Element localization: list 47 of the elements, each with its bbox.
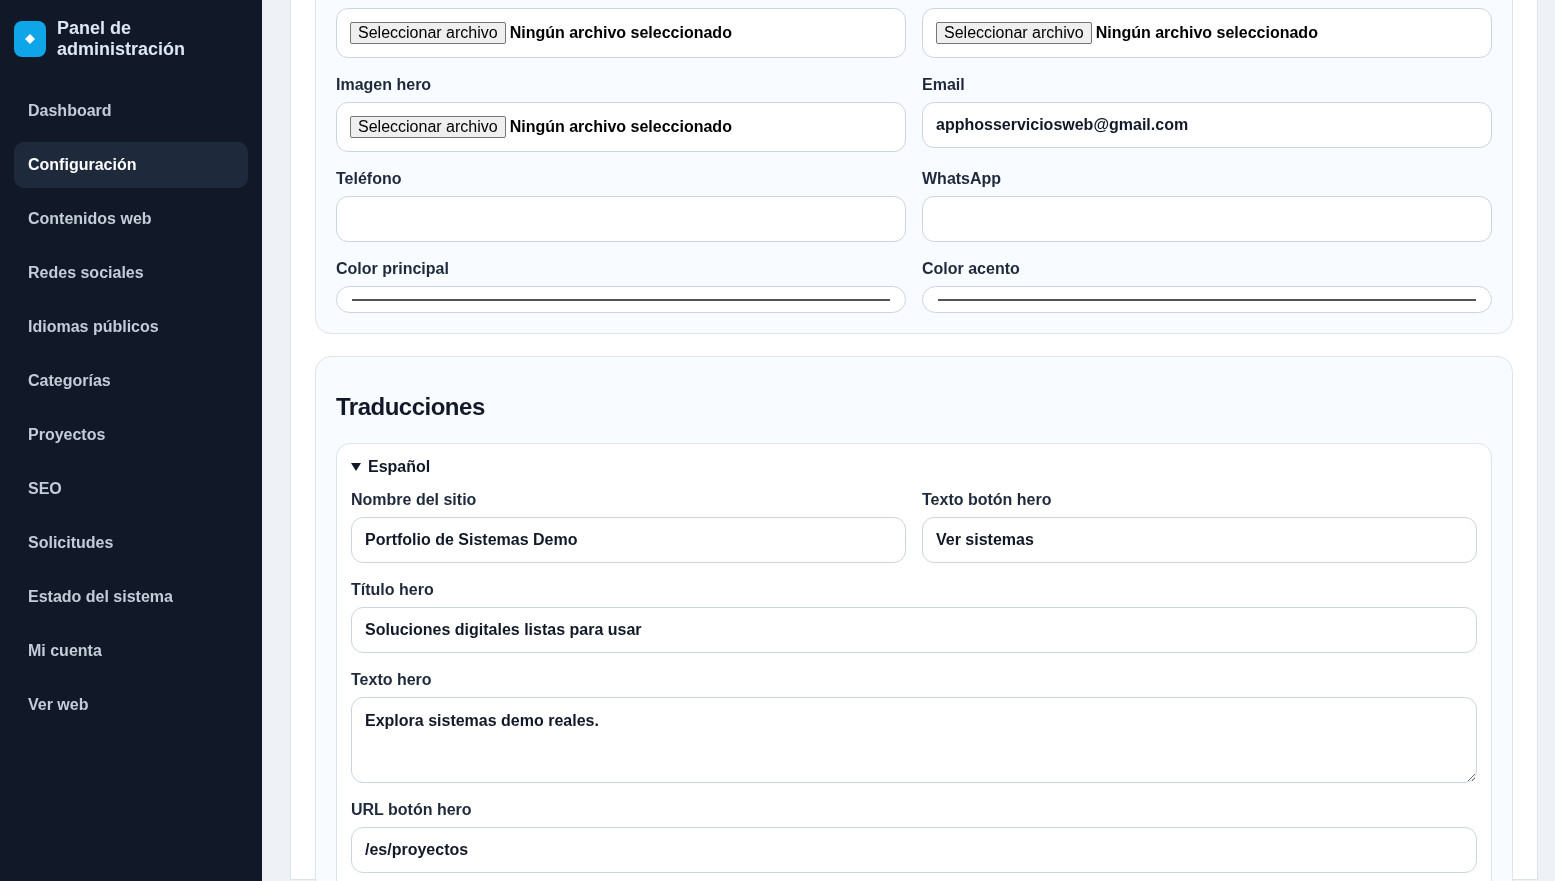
field-label: Imagen hero [336,75,433,94]
text-field[interactable]: /es/proyectos [351,827,1477,873]
text-field[interactable] [922,196,1492,242]
nav-item[interactable]: Proyectos [14,412,248,458]
nav-item[interactable]: SEO [14,466,248,512]
choose-file-button[interactable]: Seleccionar archivo [350,22,506,44]
nav-item[interactable]: Configuración [14,142,248,188]
file-field[interactable]: Seleccionar archivo Ningún archivo seleccionado [922,8,1492,58]
field-label: Color acento [922,259,1021,278]
text-field[interactable] [336,196,906,242]
text-field[interactable]: Portfolio de Sistemas Demo [351,517,906,563]
logo-icon [14,21,46,57]
text-field[interactable]: apphosserviciosweb@gmail.com [922,102,1492,148]
field-label: Email [922,75,966,94]
text-field[interactable]: Soluciones digitales listas para usar [351,607,1477,653]
nav-item[interactable]: Redes sociales [14,250,248,296]
field-label: URL botón hero [351,800,473,819]
file-status: Ningún archivo seleccionado [509,118,732,136]
language-toggle[interactable]: Español [368,458,431,476]
choose-file-button[interactable]: Seleccionar archivo [350,116,506,138]
file-status: Ningún archivo seleccionado [1095,24,1318,42]
file-field[interactable]: Seleccionar archivo Ningún archivo seleccionado [336,102,906,152]
nav-item[interactable]: Contenidos web [14,196,248,242]
field-label: Color principal [336,259,450,278]
text-field[interactable]: Ver sistemas [922,517,1477,563]
file-status: Ningún archivo seleccionado [509,24,732,42]
color-field[interactable] [336,286,906,313]
disclosure-triangle-icon[interactable] [351,462,361,472]
section-title: Traducciones [336,393,486,421]
nav-item[interactable]: Categorías [14,358,248,404]
nav-item[interactable]: Idiomas públicos [14,304,248,350]
text-area[interactable]: Explora sistemas demo reales. [351,697,1477,783]
field-label: Título hero [351,580,435,599]
color-field[interactable] [922,286,1492,313]
nav-item[interactable]: Solicitudes [14,520,248,566]
field-label: Texto hero [351,670,433,689]
field-label: Teléfono [336,169,403,188]
file-field[interactable]: Seleccionar archivo Ningún archivo seleccionado [336,8,906,58]
nav-item[interactable]: Ver web [14,682,248,728]
nav-item[interactable]: Mi cuenta [14,628,248,674]
field-label: WhatsApp [922,169,1003,188]
field-label: Nombre del sitio [351,490,478,509]
nav-item[interactable]: Dashboard [14,88,248,134]
nav-item[interactable]: Estado del sistema [14,574,248,620]
app-title: Panel de administración [57,18,187,60]
field-label: Texto botón hero [922,490,1053,509]
choose-file-button[interactable]: Seleccionar archivo [936,22,1092,44]
